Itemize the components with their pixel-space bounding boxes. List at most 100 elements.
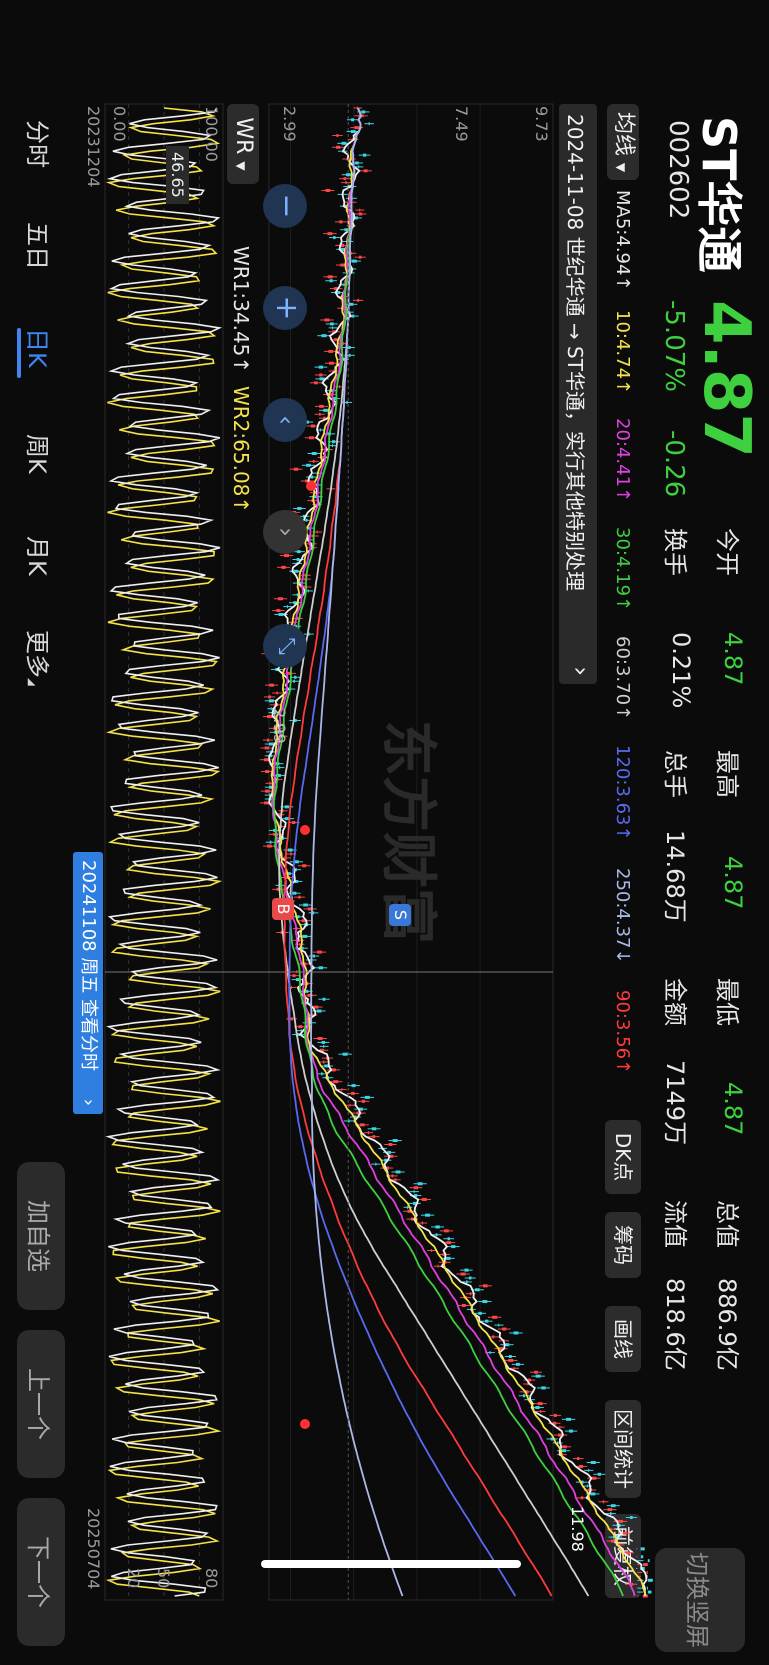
candle-body	[421, 1221, 424, 1225]
dropdown-icon: ▼	[234, 161, 248, 171]
candle-body	[371, 1127, 377, 1131]
last-price-marker: 11.98	[568, 1506, 587, 1552]
wr1-label: WR1:34.45↑	[229, 246, 253, 374]
candle-body	[577, 1457, 580, 1461]
candle-body	[647, 1578, 653, 1582]
candle-body	[267, 844, 272, 848]
scroll-right-button[interactable]: ›	[263, 510, 307, 554]
wr2-label: WR2:65.08↑	[229, 386, 253, 514]
candle-body	[363, 169, 368, 173]
candle-body	[351, 118, 355, 122]
crosshair-value: 46.65	[166, 146, 189, 204]
candle-body	[297, 506, 302, 510]
candle-body	[372, 1135, 376, 1139]
watermark: 东方财富	[375, 720, 440, 944]
candle-body	[314, 381, 318, 385]
tab-weekly-k[interactable]: 周K	[22, 434, 57, 474]
event-dot	[300, 1419, 310, 1429]
candle-body	[623, 1531, 627, 1535]
candle-body	[336, 145, 341, 149]
sell-marker[interactable]: S	[389, 904, 411, 926]
candle-body	[305, 518, 308, 522]
candle-body	[346, 173, 351, 177]
candle-body	[293, 679, 296, 683]
tab-five-day[interactable]: 五日	[22, 222, 57, 270]
candle-body	[361, 1099, 366, 1103]
candle-body	[610, 1539, 615, 1543]
ma5-line	[268, 107, 648, 1596]
candle-body	[316, 530, 318, 534]
candle-body	[508, 1355, 512, 1359]
candle-body	[489, 1351, 491, 1355]
candle-body	[265, 770, 269, 774]
ma20-line	[271, 107, 636, 1597]
zoom-in-button[interactable]: +	[263, 286, 307, 330]
candle-body	[310, 424, 315, 428]
candle-body	[375, 1162, 377, 1166]
candle-body	[590, 1492, 596, 1496]
candle-body	[269, 781, 271, 785]
collapse-button[interactable]: ⤡	[263, 624, 307, 668]
candle-body	[339, 220, 343, 224]
tab-more[interactable]: 更多◢	[22, 630, 57, 686]
candle-body	[367, 1131, 370, 1135]
candle-body	[322, 997, 326, 1001]
candle-body	[364, 1095, 370, 1099]
zoom-out-button[interactable]: −	[263, 184, 307, 228]
candle-body	[437, 1264, 439, 1268]
candle-body	[269, 683, 274, 687]
tab-intraday[interactable]: 分时	[22, 120, 57, 168]
candle-body	[647, 1559, 650, 1563]
candle-body	[302, 934, 308, 938]
indicator-selector[interactable]: WR ▼	[227, 104, 259, 184]
wr-axis-20: 20	[124, 1568, 143, 1589]
candle-body	[610, 1512, 612, 1516]
tab-daily-k[interactable]: 日K	[22, 328, 57, 368]
candle-body	[343, 177, 347, 181]
candle-body	[569, 1429, 573, 1433]
view-intraday-tooltip[interactable]: 20241108 周五 查看分时 ›	[73, 852, 103, 1114]
previous-button[interactable]: 上一个	[17, 1330, 65, 1478]
candle-body	[318, 966, 323, 970]
low-price-marker: 2.99	[270, 708, 289, 744]
candle-body	[298, 895, 301, 899]
candle-body	[334, 338, 338, 342]
candle-body	[358, 255, 362, 259]
candle-body	[561, 1449, 567, 1453]
candle-body	[268, 695, 271, 699]
candle-body	[482, 1300, 488, 1304]
candle-body	[540, 1409, 542, 1413]
buy-marker[interactable]: B	[272, 898, 294, 920]
candle-body	[296, 558, 300, 562]
event-dot	[306, 481, 316, 491]
tab-monthly-k[interactable]: 月K	[22, 536, 57, 576]
candle-body	[332, 444, 334, 448]
candle-body	[610, 1504, 616, 1508]
candle-body	[298, 1025, 303, 1029]
candle-body	[351, 1091, 355, 1095]
candle-body	[417, 1182, 423, 1186]
add-watchlist-button[interactable]: 加自选	[17, 1162, 65, 1310]
candle-body	[318, 365, 324, 369]
candle-body	[341, 141, 347, 145]
candle-body	[562, 1445, 567, 1449]
candle-body	[541, 1386, 546, 1390]
event-dot	[300, 825, 310, 835]
candle-body	[351, 1084, 356, 1088]
candle-body	[482, 1284, 488, 1288]
candle-body	[284, 805, 289, 809]
active-tab-indicator	[17, 328, 21, 378]
candle-body	[358, 165, 360, 169]
candle-body	[321, 1072, 323, 1076]
candle-body	[492, 1315, 498, 1319]
candle-body	[617, 1519, 623, 1523]
candle-body	[281, 565, 286, 569]
candle-body	[588, 1468, 590, 1472]
candle-body	[348, 353, 351, 357]
candle-body	[508, 1358, 514, 1362]
candle-body	[321, 1040, 326, 1044]
candle-body	[461, 1303, 466, 1307]
scroll-left-button[interactable]: ‹	[263, 398, 307, 442]
next-button[interactable]: 下一个	[17, 1498, 65, 1646]
candle-body	[287, 848, 293, 852]
